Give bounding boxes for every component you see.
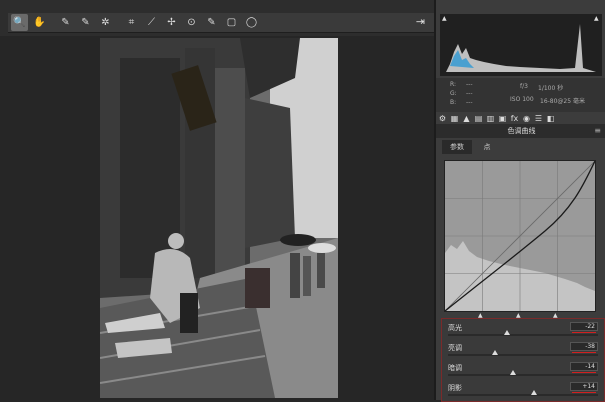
slider-track[interactable] — [448, 390, 598, 396]
slider-label: 高光 — [448, 324, 462, 332]
lens: 16-80@25 毫米 — [540, 98, 585, 105]
color-sampler-tool-icon[interactable]: ✎ — [77, 14, 94, 31]
tool-strip: 🔍 ✋ ✎ ✎ ✲ ⌗ ⟋ ✢ ⊙ ✎ ▢ ◯ — [8, 13, 434, 33]
panel-title: 色调曲线 ≡ — [436, 124, 605, 138]
slider-value-field[interactable]: +14 — [570, 382, 598, 391]
right-panel: ▲ ▲ R: --- G: --- B: --- f/3 1/100 秒 ISO… — [434, 0, 605, 402]
crop-tool-icon[interactable]: ⌗ — [123, 14, 140, 31]
split-toning-panel-icon[interactable]: ▥ — [485, 113, 496, 124]
g-label: G: — [450, 90, 457, 97]
panel-title-text: 色调曲线 — [507, 127, 536, 135]
g-value: --- — [466, 90, 473, 97]
slider-thumb[interactable] — [491, 350, 498, 355]
shadow-clipping-icon[interactable]: ▲ — [442, 16, 448, 22]
slider-thumb[interactable] — [503, 330, 510, 335]
slider-row: 阴影 +14 — [442, 381, 604, 400]
panel-switcher: ⚙ ▦ ▲ ▤ ▥ ▣ fx ◉ ☰ ◧ — [436, 112, 605, 124]
presets-panel-icon[interactable]: ☰ — [533, 113, 544, 124]
aperture: f/3 — [520, 83, 528, 90]
graduated-filter-tool-icon[interactable]: ▢ — [223, 14, 240, 31]
effects-panel-icon[interactable]: fx — [509, 113, 520, 124]
curve-tabs: 参数 点 — [442, 140, 602, 154]
red-underline-mark — [572, 332, 596, 333]
detail-panel-icon[interactable]: ▲ — [461, 113, 472, 124]
slider-row: 亮调 -38 — [442, 341, 604, 360]
red-underline-mark — [572, 372, 596, 373]
red-eye-tool-icon[interactable]: ⊙ — [183, 14, 200, 31]
slider-row: 暗调 -14 — [442, 361, 604, 380]
adjustment-brush-tool-icon[interactable]: ✎ — [203, 14, 220, 31]
image-canvas[interactable] — [0, 36, 434, 400]
slider-thumb[interactable] — [509, 370, 516, 375]
tab-parametric[interactable]: 参数 — [442, 140, 472, 154]
shutter-speed: 1/100 秒 — [538, 85, 564, 92]
tone-curve-panel-icon[interactable]: ▦ — [449, 113, 460, 124]
lens-panel-icon[interactable]: ▣ — [497, 113, 508, 124]
white-balance-tool-icon[interactable]: ✎ — [57, 14, 74, 31]
red-underline-mark — [572, 352, 596, 353]
b-value: --- — [466, 99, 473, 106]
highlight-clipping-icon[interactable]: ▲ — [594, 16, 600, 22]
snapshots-panel-icon[interactable]: ◧ — [545, 113, 556, 124]
spot-removal-tool-icon[interactable]: ✢ — [163, 14, 180, 31]
slider-value-field[interactable]: -38 — [570, 342, 598, 351]
slider-row: 高光 -22 — [442, 321, 604, 340]
hand-tool-icon[interactable]: ✋ — [31, 14, 48, 31]
straighten-tool-icon[interactable]: ⟋ — [143, 14, 160, 31]
histogram: ▲ ▲ — [440, 14, 602, 76]
zoom-tool-icon[interactable]: 🔍 — [11, 14, 28, 31]
targeted-adjustment-tool-icon[interactable]: ✲ — [97, 14, 114, 31]
camera-calibration-icon[interactable]: ◉ — [521, 113, 532, 124]
slider-thumb[interactable] — [530, 390, 537, 395]
tab-point[interactable]: 点 — [472, 140, 502, 154]
slider-label: 亮调 — [448, 344, 462, 352]
region-sliders: 高光 -22 亮调 -38 暗调 -14 阴影 +14 — [441, 318, 605, 402]
r-label: R: — [450, 81, 457, 88]
slider-track[interactable] — [448, 330, 598, 336]
radial-filter-tool-icon[interactable]: ◯ — [243, 14, 260, 31]
slider-track[interactable] — [448, 370, 598, 376]
slider-value-field[interactable]: -22 — [570, 322, 598, 331]
slider-track[interactable] — [448, 350, 598, 356]
slider-label: 阴影 — [448, 384, 462, 392]
open-export-icon[interactable]: ⇥ — [414, 15, 427, 28]
photo-preview — [100, 38, 338, 398]
basic-panel-icon[interactable]: ⚙ — [437, 113, 448, 124]
b-label: B: — [450, 99, 457, 106]
slider-label: 暗调 — [448, 364, 462, 372]
iso: ISO 100 — [510, 96, 534, 103]
info-readout: R: --- G: --- B: --- f/3 1/100 秒 ISO 100… — [436, 78, 605, 112]
r-value: --- — [466, 81, 473, 88]
tone-curve-graph[interactable] — [444, 160, 596, 312]
panel-menu-icon[interactable]: ≡ — [594, 124, 601, 138]
hsl-panel-icon[interactable]: ▤ — [473, 113, 484, 124]
red-underline-mark — [572, 392, 596, 393]
slider-value-field[interactable]: -14 — [570, 362, 598, 371]
